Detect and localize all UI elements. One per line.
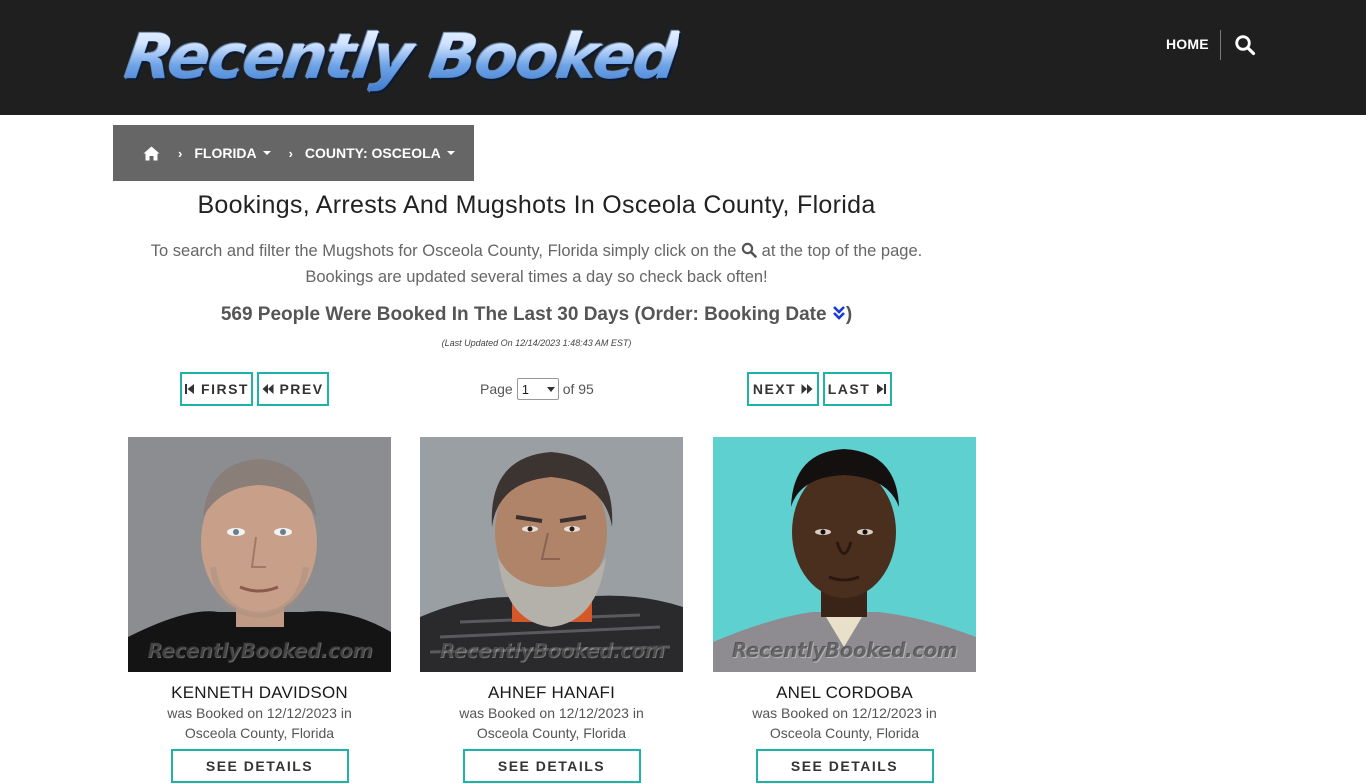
mugshot-image[interactable]: RecentlyBooked.com [128, 437, 391, 672]
breadcrumb-county[interactable]: COUNTY: OSCEOLA [305, 145, 455, 161]
fast-forward-icon [801, 384, 813, 394]
page-description: To search and filter the Mugshots for Os… [113, 238, 960, 290]
caret-down-icon [446, 151, 455, 155]
logo-text: Recently Booked [120, 14, 683, 100]
first-label: FIRST [201, 381, 249, 397]
booking-info-line2: Osceola County, Florida [769, 725, 920, 741]
chevron-right-icon: › [288, 145, 293, 161]
booking-card: RecentlyBooked.com ANEL CORDOBA was Book… [713, 437, 976, 783]
page-select[interactable]: 1 [516, 378, 559, 400]
person-name[interactable]: ANEL CORDOBA [713, 683, 976, 703]
next-page-button[interactable]: NEXT [747, 372, 819, 406]
breadcrumb-florida[interactable]: FLORIDA [194, 145, 271, 161]
search-icon[interactable] [1234, 34, 1256, 56]
search-icon [741, 240, 757, 258]
watermark: RecentlyBooked.com [438, 638, 665, 662]
watermark: RecentlyBooked.com [731, 638, 958, 662]
page-label: Page [480, 381, 513, 397]
booking-count-text: 569 People Were Booked In The Last 30 Da… [220, 304, 827, 325]
booking-info-line1: was Booked on 12/12/2023 in [752, 705, 937, 721]
booking-card: RecentlyBooked.com KENNETH DAVIDSON was … [128, 437, 391, 783]
next-label: NEXT [752, 381, 797, 397]
page-select-value: 1 [521, 381, 529, 397]
breadcrumb-county-label: COUNTY: OSCEOLA [304, 145, 441, 161]
see-details-button[interactable]: SEE DETAILS [462, 749, 641, 783]
booking-info-line1: was Booked on 12/12/2023 in [167, 705, 352, 721]
page-indicator: Page 1 of 95 [480, 377, 594, 401]
caret-down-icon [262, 151, 271, 155]
booking-count: 569 People Were Booked In The Last 30 Da… [113, 304, 960, 326]
chevron-right-icon: › [178, 145, 183, 161]
booking-info-line2: Osceola County, Florida [476, 725, 627, 741]
rewind-icon [262, 384, 274, 394]
home-icon[interactable] [143, 146, 160, 161]
booking-card: RecentlyBooked.com AHNEF HANAFI was Book… [420, 437, 683, 783]
see-details-button[interactable]: SEE DETAILS [170, 749, 349, 783]
booking-info-line1: was Booked on 12/12/2023 in [459, 705, 644, 721]
first-page-button[interactable]: FIRST [180, 372, 253, 406]
page-title: Bookings, Arrests And Mugshots In Osceol… [197, 191, 876, 219]
skip-back-icon [185, 384, 195, 394]
person-name[interactable]: AHNEF HANAFI [420, 683, 683, 703]
watermark: RecentlyBooked.com [146, 638, 373, 662]
see-details-button[interactable]: SEE DETAILS [755, 749, 934, 783]
double-chevron-down-icon[interactable] [832, 305, 846, 321]
desc-text-1: To search and filter the Mugshots for Os… [150, 242, 737, 260]
last-page-button[interactable]: LAST [823, 372, 892, 406]
last-label: LAST [827, 381, 871, 397]
booking-info-line2: Osceola County, Florida [184, 725, 335, 741]
chevron-down-icon [546, 386, 555, 392]
booking-count-close: ) [845, 304, 853, 325]
site-header: Recently Booked HOME [0, 0, 1366, 115]
mugshot-image[interactable]: RecentlyBooked.com [713, 437, 976, 672]
prev-page-button[interactable]: PREV [257, 372, 329, 406]
desc-text-3: Bookings are updated several times a day… [305, 268, 768, 286]
site-logo[interactable]: Recently Booked [121, 14, 682, 100]
person-name[interactable]: KENNETH DAVIDSON [128, 683, 391, 703]
prev-label: PREV [279, 381, 324, 397]
breadcrumb-florida-label: FLORIDA [194, 145, 257, 161]
skip-forward-icon [877, 384, 887, 394]
nav-home-link[interactable]: HOME [1166, 36, 1209, 52]
nav-divider [1220, 30, 1221, 60]
desc-text-2: at the top of the page. [761, 242, 923, 260]
page-total: of 95 [562, 381, 594, 397]
breadcrumb: › FLORIDA › COUNTY: OSCEOLA [113, 125, 474, 181]
mugshot-image[interactable]: RecentlyBooked.com [420, 437, 683, 672]
last-updated: (Last Updated On 12/14/2023 1:48:43 AM E… [441, 338, 632, 348]
